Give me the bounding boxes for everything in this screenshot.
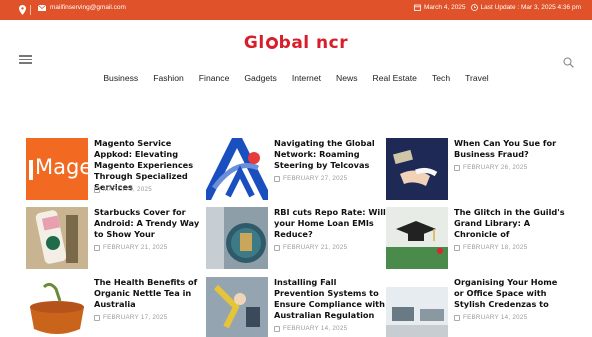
article-title[interactable]: Installing Fall Prevention Systems to En… [274, 277, 388, 321]
article-card[interactable]: Starbucks Cover for Android: A Trendy Wa… [26, 207, 206, 271]
article-date: FEBRUARY 17, 2025 [94, 314, 167, 321]
article-title[interactable]: Starbucks Cover for Android: A Trendy Wa… [94, 207, 208, 240]
article-date: FEBRUARY 26, 2025 [454, 164, 527, 171]
nav-real-estate[interactable]: Real Estate [365, 73, 424, 83]
article-card[interactable]: The Health Benefits of Organic Nettle Te… [26, 277, 206, 337]
article-card[interactable]: The Glitch in the Guild's Grand Library:… [386, 207, 566, 271]
calendar-icon [94, 186, 100, 193]
nav-tech[interactable]: Tech [424, 73, 457, 83]
article-date: FEBRUARY 27, 2025 [274, 175, 347, 182]
top-bar: mailfinserving@gmail.com March 4, 2025 L… [0, 0, 592, 20]
article-date: FEBRUARY 14, 2025 [274, 325, 347, 332]
site-logo[interactable]: Gl bal ncr [0, 33, 592, 53]
nav-travel[interactable]: Travel [458, 73, 497, 83]
article-title[interactable]: When Can You Sue for Business Fraud? [454, 138, 568, 160]
article-card[interactable]: Organising Your Home or Office Space wit… [386, 277, 566, 337]
calendar-icon [274, 175, 280, 182]
article-thumbnail[interactable] [26, 207, 88, 269]
calendar-icon [454, 314, 460, 321]
article-thumbnail[interactable] [206, 207, 268, 269]
calendar-icon [274, 244, 280, 251]
article-thumbnail[interactable] [26, 277, 88, 337]
email-text: mailfinserving@gmail.com [50, 4, 126, 11]
calendar-icon [454, 164, 460, 171]
current-date: March 4, 2025 [414, 4, 466, 11]
mail-icon [38, 4, 46, 11]
article-card[interactable]: When Can You Sue for Business Fraud? FEB… [386, 138, 566, 202]
article-date: FEBRUARY 14, 2025 [454, 314, 527, 321]
nav-business[interactable]: Business [96, 73, 146, 83]
article-thumbnail[interactable] [386, 138, 448, 200]
article-title[interactable]: RBI cuts Repo Rate: Will your Home Loan … [274, 207, 388, 240]
last-update: Last Update : Mar 3, 2025 4:36 pm [470, 4, 581, 11]
article-title[interactable]: Magento Service Appkod: Elevating Magent… [94, 138, 208, 193]
article-title[interactable]: The Glitch in the Guild's Grand Library:… [454, 207, 568, 240]
article-title[interactable]: Navigating the Global Network: Roaming S… [274, 138, 388, 171]
menu-icon[interactable] [19, 55, 32, 64]
article-date: FEBRUARY 18, 2025 [454, 244, 527, 251]
nav-gadgets[interactable]: Gadgets [237, 73, 285, 83]
nav-fashion[interactable]: Fashion [146, 73, 192, 83]
article-title[interactable]: Organising Your Home or Office Space wit… [454, 277, 568, 310]
main-nav: Business Fashion Finance Gadgets Interne… [0, 73, 592, 83]
calendar-icon [94, 244, 100, 251]
article-date: MARCH 3, 2025 [94, 186, 152, 193]
email-contact[interactable]: mailfinserving@gmail.com [38, 4, 126, 11]
logo-globe-icon [265, 37, 278, 49]
article-date: FEBRUARY 21, 2025 [274, 244, 347, 251]
clock-icon [470, 4, 478, 11]
article-date: FEBRUARY 21, 2025 [94, 244, 167, 251]
search-icon[interactable] [563, 55, 574, 68]
article-thumbnail[interactable] [386, 207, 448, 269]
article-thumbnail[interactable] [206, 138, 268, 200]
calendar-icon [274, 325, 280, 332]
article-thumbnail[interactable] [206, 277, 268, 337]
nav-news[interactable]: News [329, 73, 366, 83]
article-thumbnail[interactable]: Magen [26, 138, 88, 200]
article-card[interactable]: RBI cuts Repo Rate: Will your Home Loan … [206, 207, 386, 271]
calendar-icon [454, 244, 460, 251]
article-title[interactable]: The Health Benefits of Organic Nettle Te… [94, 277, 208, 310]
divider [30, 5, 31, 15]
nav-finance[interactable]: Finance [191, 73, 237, 83]
article-card[interactable]: Navigating the Global Network: Roaming S… [206, 138, 386, 202]
nav-internet[interactable]: Internet [284, 73, 328, 83]
article-thumbnail[interactable] [386, 277, 448, 337]
calendar-icon [414, 4, 421, 11]
calendar-icon [94, 314, 100, 321]
article-card[interactable]: Magen Magento Service Appkod: Elevating … [26, 138, 206, 202]
location-pin-icon[interactable] [19, 5, 26, 17]
